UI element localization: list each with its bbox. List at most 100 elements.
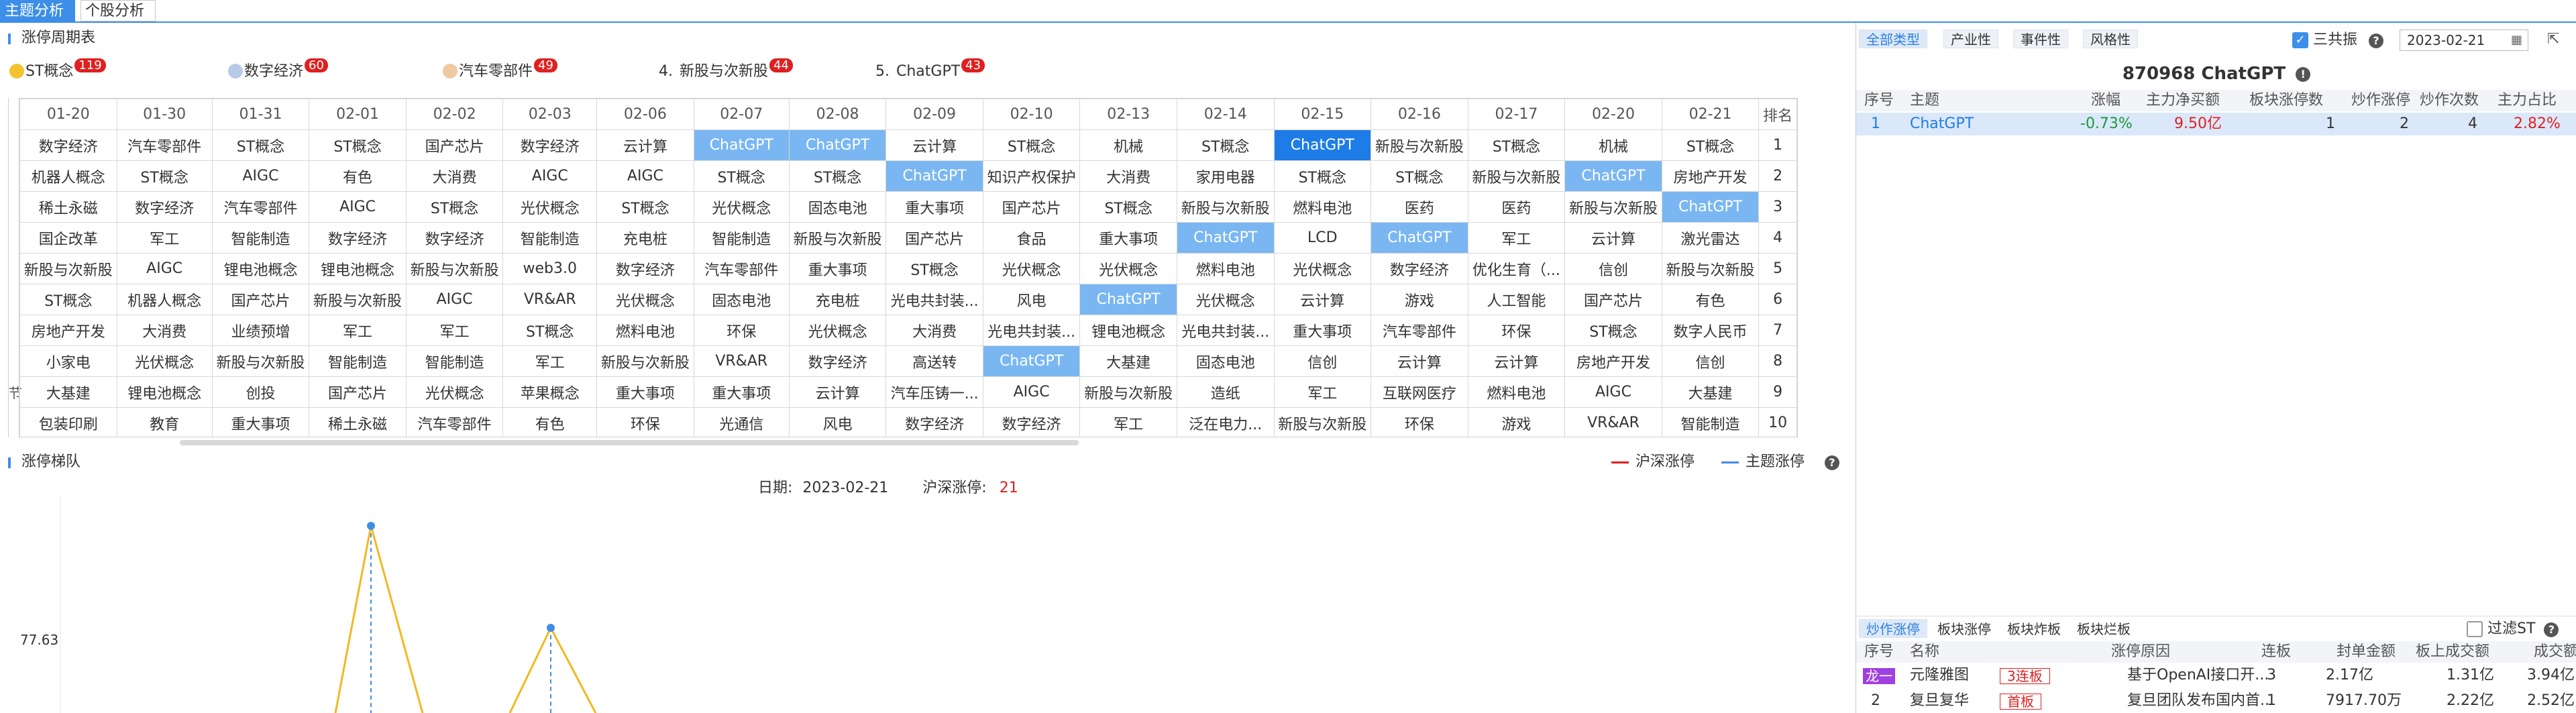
theme-cell[interactable]: 燃料电池 [596,315,694,346]
theme-cell[interactable]: 汽车零部件 [211,191,310,223]
theme-cell[interactable]: ChatGPT [1661,191,1760,223]
theme-cell[interactable]: 小家电 [19,345,117,377]
theme-cell[interactable]: 光伏概念 [1176,284,1275,315]
filter-tab-all[interactable]: 全部类型 [1859,30,1927,48]
date-header[interactable]: 02-16 [1371,99,1468,130]
theme-cell[interactable]: 智能制造 [1661,407,1760,437]
theme-cell[interactable]: 新股与次新股 [1273,407,1372,437]
theme-cell[interactable]: 房地产开发 [1564,345,1662,377]
theme-cell[interactable]: 充电桩 [596,222,694,254]
theme-cell[interactable]: 固态电池 [788,191,887,223]
theme-cell[interactable]: ST概念 [405,191,504,223]
theme-cell[interactable]: 有色 [309,160,407,192]
theme-cell[interactable]: 智能制造 [405,345,504,377]
theme-cell[interactable]: 国产芯片 [405,129,504,161]
chart-help-icon[interactable]: ? [1825,451,1839,474]
theme-cell[interactable]: 大基建 [1079,345,1177,377]
sanguzhen-toggle[interactable]: ✓ 三共振 ? [2292,30,2384,51]
theme-cell[interactable]: ChatGPT [693,129,790,161]
theme-cell[interactable]: 新股与次新股 [1661,253,1760,284]
theme-cell[interactable]: 新股与次新股 [309,284,407,315]
theme-cell[interactable]: web3.0 [502,253,598,284]
date-picker[interactable]: 2023-02-21 ▦ [2400,30,2528,51]
filter-tab-event[interactable]: 事件性 [2013,30,2068,48]
theme-cell[interactable]: 数字经济 [596,253,694,284]
theme-cell[interactable]: ST概念 [596,191,694,223]
theme-cell[interactable]: ST概念 [19,284,117,315]
theme-cell[interactable]: ST概念 [502,315,598,346]
theme-cell[interactable]: 大消费 [885,315,983,346]
theme-cell[interactable]: 大基建 [1661,376,1760,408]
theme-cell[interactable]: 激光雷达 [1661,222,1760,254]
theme-cell[interactable]: 锂电池概念 [211,253,310,284]
theme-cell[interactable]: AIGC [211,160,310,192]
theme-cell[interactable]: 国产芯片 [309,376,407,408]
theme-cell[interactable]: 国产芯片 [885,222,983,254]
theme-cell[interactable]: 光伏概念 [788,315,887,346]
leader-theme[interactable]: 4. 新股与次新股 44 [659,58,793,85]
theme-cell[interactable]: 汽车零部件 [116,129,213,161]
theme-cell[interactable]: 包装印刷 [19,407,117,437]
filter-tab-style[interactable]: 风格性 [2083,30,2138,48]
theme-cell[interactable]: ST概念 [885,253,983,284]
leader-theme[interactable]: 5. ChatGPT 43 [875,58,985,85]
external-link-icon[interactable]: ⇱ [2547,31,2559,48]
date-header[interactable]: 02-06 [596,99,694,130]
theme-cell[interactable]: 新股与次新股 [1467,160,1566,192]
date-header[interactable]: 02-09 [885,99,983,130]
theme-cell[interactable]: ChatGPT [1564,160,1662,192]
theme-cell[interactable]: AIGC [405,284,504,315]
sanguzhen-checkbox[interactable]: ✓ [2292,32,2308,48]
legend-market[interactable]: 沪深涨停 [1611,451,1695,474]
theme-cell[interactable]: 机器人概念 [116,284,213,315]
theme-cell[interactable]: LCD [1273,222,1372,254]
theme-cell[interactable]: 新股与次新股 [211,345,310,377]
theme-cell[interactable]: 重大事项 [1273,315,1372,346]
theme-cell[interactable]: 大基建 [19,376,117,408]
theme-cell[interactable]: 大消费 [116,315,213,346]
theme-cell[interactable]: 光伏概念 [1273,253,1372,284]
theme-cell[interactable]: 光通信 [693,407,790,437]
theme-cell[interactable]: 数字经济 [405,222,504,254]
theme-cell[interactable]: 光电共封装... [885,284,983,315]
theme-cell[interactable]: ChatGPT [982,345,1081,377]
tab-stock-analysis[interactable]: 个股分析 [80,0,156,21]
theme-cell[interactable]: 机械 [1079,129,1177,161]
theme-cell[interactable]: ST概念 [211,129,310,161]
theme-cell[interactable]: 泛在电力... [1176,407,1275,437]
theme-cell[interactable]: 有色 [502,407,598,437]
theme-cell[interactable]: 造纸 [1176,376,1275,408]
theme-cell[interactable]: 数字经济 [19,129,117,161]
leader-theme[interactable]: ST概念 119 [9,58,106,85]
theme-cell[interactable]: 创投 [211,376,310,408]
theme-cell[interactable]: 光伏概念 [116,345,213,377]
theme-cell[interactable]: ST概念 [116,160,213,192]
date-header[interactable]: 02-08 [788,99,887,130]
date-header[interactable]: 01-31 [211,99,310,130]
theme-cell[interactable]: 智能制造 [502,222,598,254]
theme-cell[interactable]: 机器人概念 [19,160,117,192]
theme-cell[interactable]: 家用电器 [1176,160,1275,192]
theme-cell[interactable]: 云计算 [1467,345,1566,377]
theme-cell[interactable]: 军工 [502,345,598,377]
theme-cell[interactable]: 数字经济 [1371,253,1468,284]
theme-cell[interactable]: 锂电池概念 [309,253,407,284]
theme-cell[interactable]: AIGC [309,191,407,223]
filter-tab-industry[interactable]: 产业性 [1943,30,1998,48]
theme-help-icon[interactable]: ! [2296,67,2311,82]
stock-tab-broken[interactable]: 板块炸板 [2000,619,2068,638]
theme-cell[interactable]: 锂电池概念 [1079,315,1177,346]
theme-cell[interactable]: 重大事项 [788,253,887,284]
theme-cell[interactable]: 游戏 [1467,407,1566,437]
theme-cell[interactable]: 汽车零部件 [1371,315,1468,346]
theme-cell[interactable]: 智能制造 [693,222,790,254]
theme-cell[interactable]: 数字人民币 [1661,315,1760,346]
theme-cell[interactable]: 汽车压铸一... [885,376,983,408]
theme-cell[interactable]: ST概念 [788,160,887,192]
theme-cell[interactable]: 军工 [405,315,504,346]
theme-cell[interactable]: 医药 [1371,191,1468,223]
theme-cell[interactable]: 新股与次新股 [788,222,887,254]
theme-cell[interactable]: 游戏 [1371,284,1468,315]
tab-theme-analysis[interactable]: 主题分析 [0,0,75,21]
theme-cell[interactable]: 新股与次新股 [1564,191,1662,223]
